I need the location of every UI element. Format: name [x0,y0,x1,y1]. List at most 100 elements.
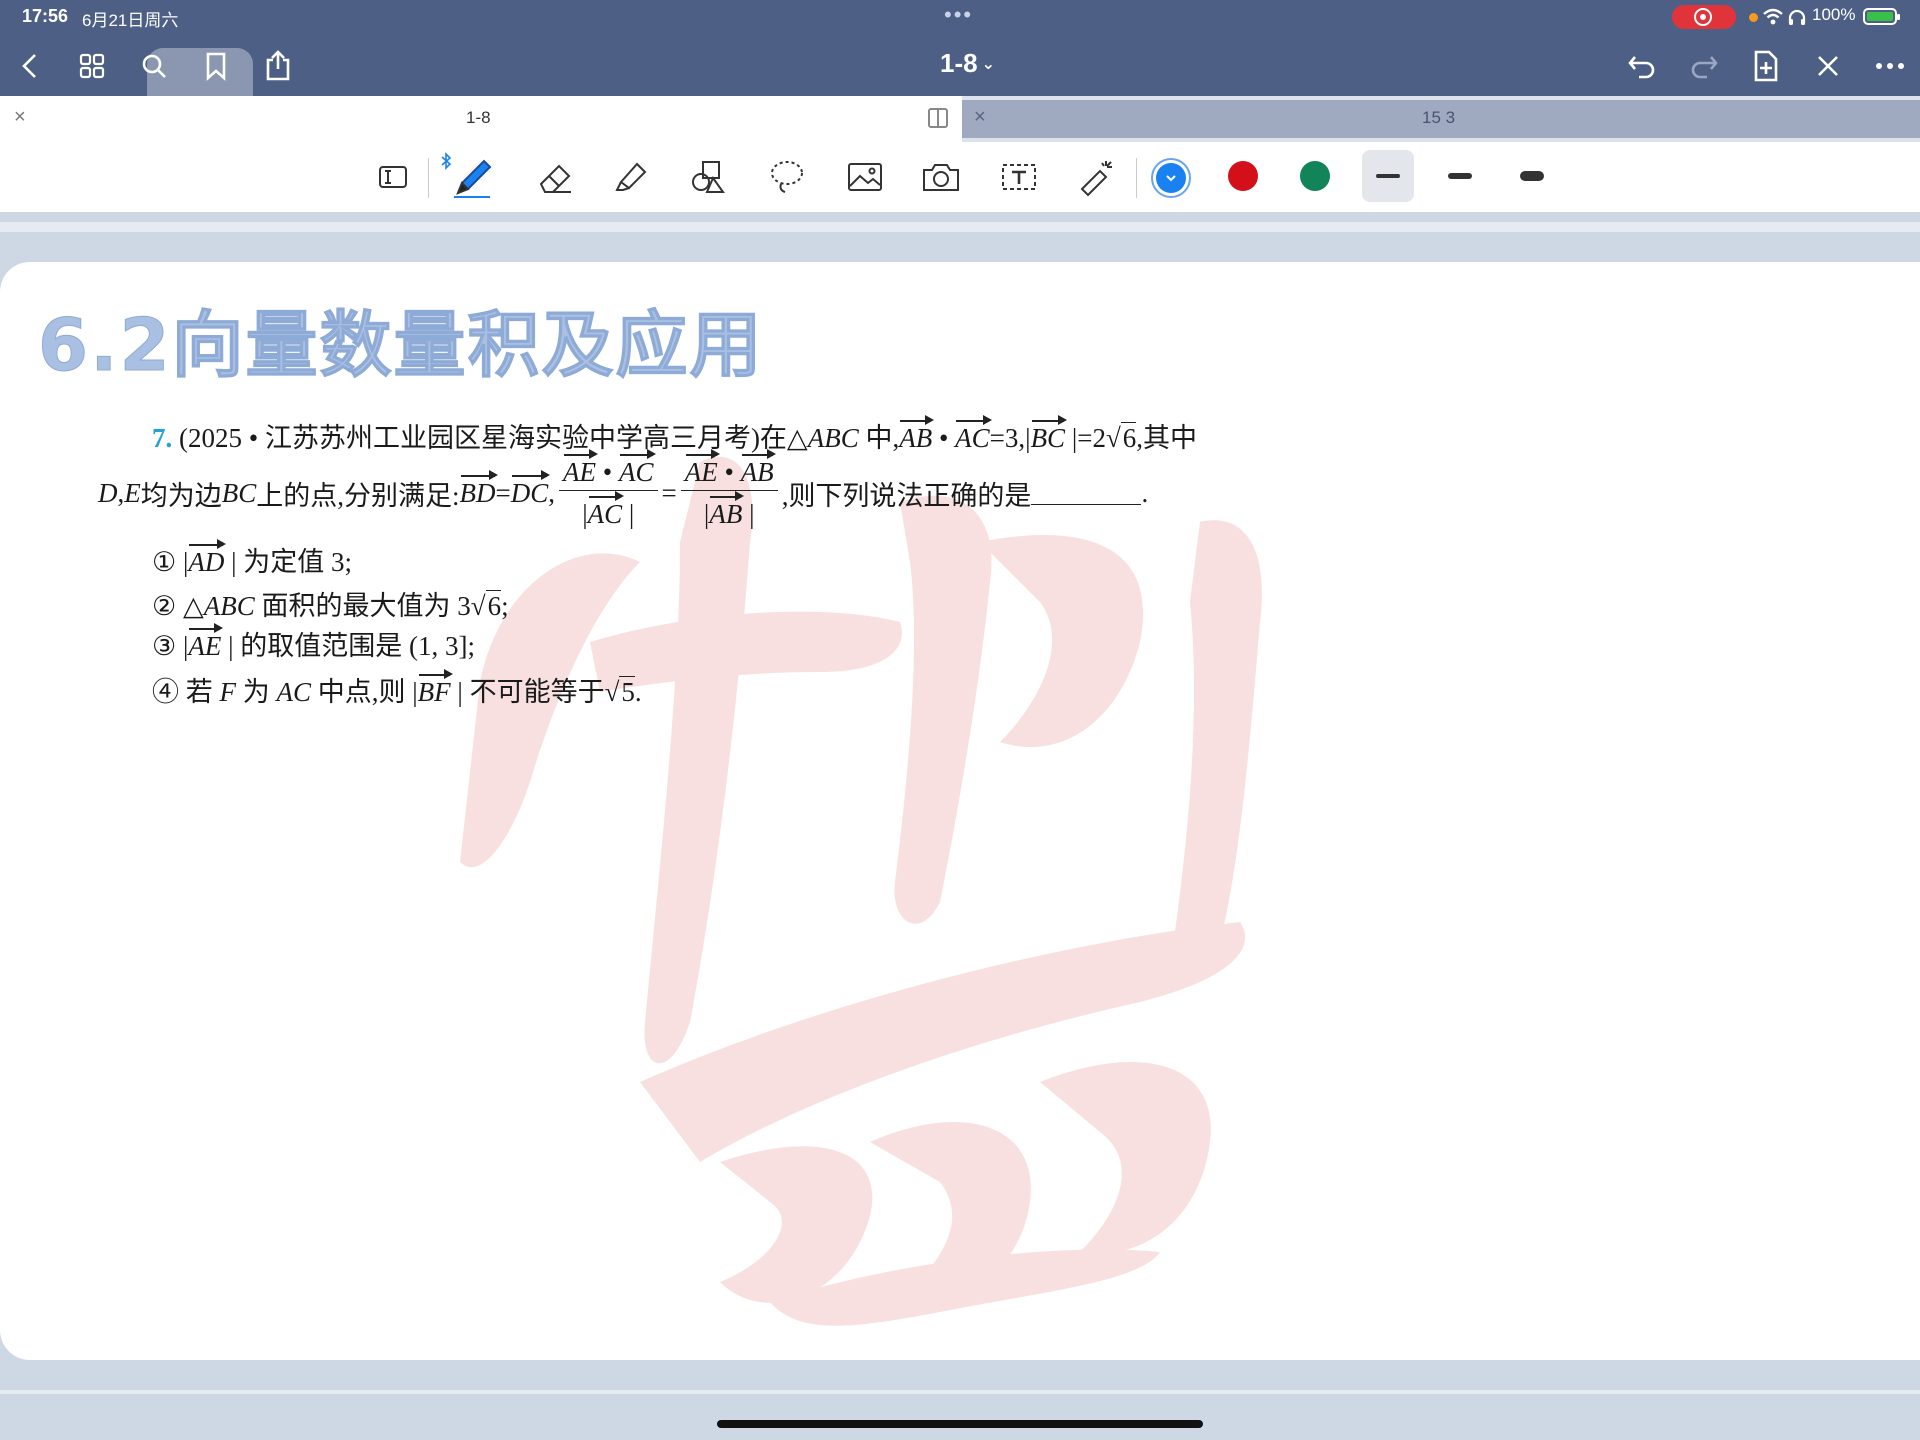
camera-icon[interactable] [918,154,964,200]
triangle-label: ABC [203,591,255,621]
sqrt-value: 5 [619,676,635,707]
tab-close-icon[interactable]: × [14,106,26,129]
answer-blank [1031,482,1142,505]
textbox-icon[interactable] [996,154,1042,200]
color-green-swatch[interactable] [1300,161,1330,191]
option-text: 中点,则 | [311,677,418,707]
chevron-down-icon: ⌄ [981,56,995,73]
fraction-2: AE • AB |AB | [680,448,778,530]
toolbar-divider [1136,158,1137,198]
canvas-separator [0,222,1920,232]
image-icon[interactable] [842,154,888,200]
text-fragment: ,其中 [1136,423,1198,453]
tab-inactive[interactable]: × 15 3 [962,100,1920,138]
grid-view-icon[interactable] [72,46,112,86]
option-text: 若 [179,677,220,707]
text-fragment: =3, [989,423,1026,453]
color-blue-swatch[interactable] [1156,163,1186,193]
eraser-icon[interactable] [532,154,578,200]
home-indicator[interactable] [717,1420,1203,1428]
vector-bd: BD [459,469,498,508]
point-label: F [219,677,237,707]
option-text: | 为定值 3; [224,547,353,577]
color-red-swatch[interactable] [1228,161,1258,191]
point-label: D [98,477,118,508]
option-text: 为 [236,677,277,707]
text-select-icon[interactable] [370,154,416,200]
shapes-icon[interactable] [686,154,732,200]
tab-label: 15 3 [1422,108,1456,127]
dot-operator: • [932,423,956,453]
battery-icon [1863,8,1900,25]
drawing-toolbar [0,142,1920,213]
text-fragment: . [634,677,642,707]
option-text: | 的取值范围是 (1, 3]; [221,631,476,661]
nav-bar: 1-8 ⌄ [0,34,1920,154]
option-1: ① |AD | 为定值 3; [152,539,353,577]
option-text: | 不可能等于 [450,677,605,707]
stroke-width-medium[interactable] [1434,150,1486,202]
text-fragment: . [1141,477,1149,508]
question-line-1: 7. (2025 • 江苏苏州工业园区星海实验中学高三月考)在△ABC 中,AB… [152,415,1198,453]
pen-tools-off-icon[interactable] [1808,46,1848,86]
mic-in-use-dot [1749,13,1758,22]
screen-recording-indicator[interactable] [1672,5,1736,29]
battery-percent: 100% [1812,5,1856,24]
status-time: 17:56 [22,6,69,26]
stroke-width-thick[interactable] [1506,150,1558,202]
question-number: 7. [152,423,173,453]
option-marker: ① [152,547,177,577]
vector-bc: BC [1030,415,1067,453]
dot-operator: • [596,456,619,487]
document-title: 1-8 [940,48,978,78]
chevron-down-icon [1166,175,1176,182]
text-fragment: = [661,477,677,508]
notebook-page[interactable]: 6.2向量数量积及应用 7. (2025 • 江苏苏州工业园区星海实验中学高三月… [0,262,1920,1360]
tab-active[interactable]: × 1-8 [0,96,962,142]
dot-operator: • [717,456,741,487]
lasso-icon[interactable] [764,154,810,200]
bookmark-icon[interactable] [196,46,236,86]
segment-label: AC [276,677,312,707]
point-label: E [124,477,141,508]
vector-ab: AB [709,490,745,529]
text-fragment: ; [501,591,509,621]
laser-pointer-icon[interactable] [1074,154,1120,200]
highlighter-icon[interactable] [608,154,654,200]
add-page-icon[interactable] [1746,46,1786,86]
vector-ab: AB [899,415,935,453]
redo-icon[interactable] [1684,46,1724,86]
multitasking-dots-icon[interactable]: ••• [944,2,973,28]
vector-dc: DC [510,469,550,508]
option-3: ③ |AE | 的取值范围是 (1, 3]; [152,623,476,661]
option-marker: ④ [152,677,179,707]
vector-bf: BF [417,669,453,707]
option-marker: ③ [152,631,177,661]
wifi-icon [1763,8,1783,25]
undo-icon[interactable] [1622,46,1662,86]
option-2: ② △ABC 面积的最大值为 3√6; [152,590,509,621]
share-icon[interactable] [258,46,298,86]
more-options-icon[interactable] [1870,46,1910,86]
sqrt-value: 6 [1120,422,1137,453]
split-view-icon[interactable] [928,108,948,128]
search-icon[interactable] [134,46,174,86]
pen-icon[interactable] [450,154,496,200]
toolbar-divider [428,158,429,198]
tab-close-icon[interactable]: × [974,106,986,129]
text-fragment: 上的点,分别满足: [256,480,460,511]
fraction-1: AE • AC |AC | [559,448,658,530]
option-4: ④ 若 F 为 AC 中点,则 |BF | 不可能等于√5. [152,669,642,707]
tab-bar: × 1-8 × 15 3 [0,96,1920,142]
question-line-2: D,E 均为边 BC 上的点,分别满足: BD = DC, AE • AC |A… [98,448,1149,534]
page-heading: 6.2向量数量积及应用 [38,303,764,388]
triangle-label: ABC [807,423,859,453]
document-title-dropdown[interactable]: 1-8 ⌄ [940,48,995,79]
stroke-width-thin-selected[interactable] [1362,150,1414,202]
back-icon[interactable] [10,46,50,86]
segment-label: BC [221,477,257,508]
headphones-icon [1788,9,1806,25]
vector-ae: AE [684,448,720,487]
text-fragment: 中, [858,423,900,453]
vector-ae: AE [563,448,599,487]
